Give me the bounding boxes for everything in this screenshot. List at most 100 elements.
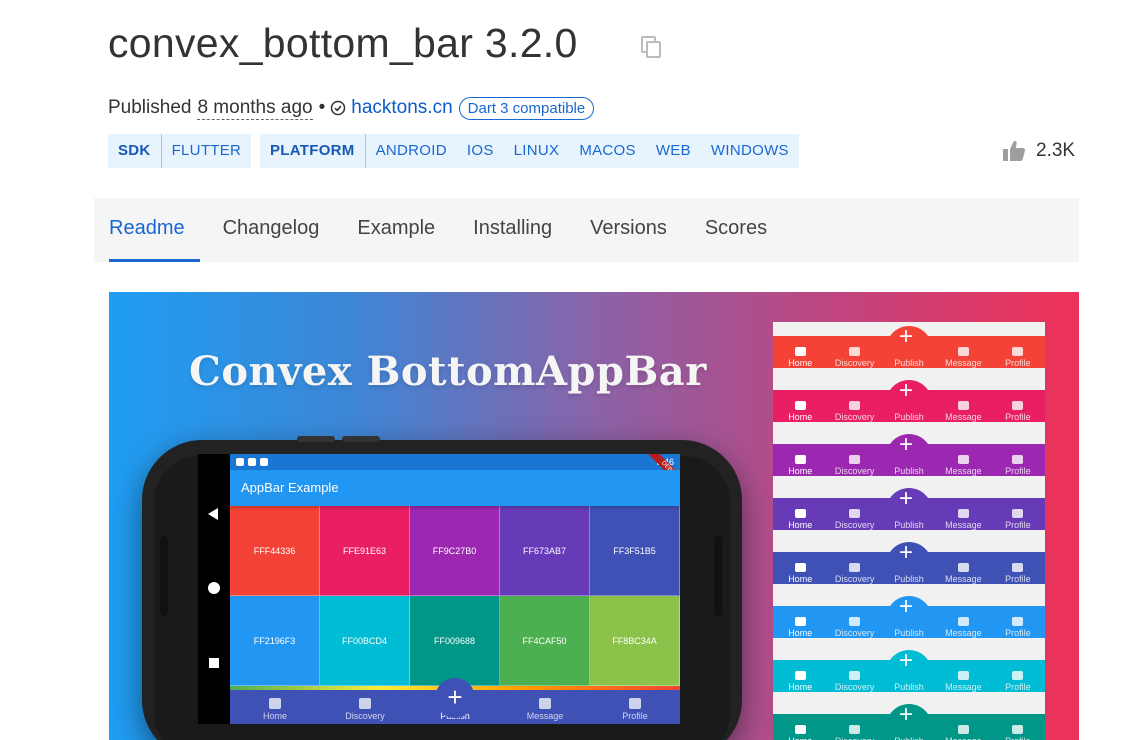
color-cell: FF8BC34A — [590, 596, 680, 686]
tab-installing[interactable]: Installing — [458, 198, 567, 262]
discovery-icon — [849, 563, 861, 572]
phone-nav-item-message: Message — [500, 690, 590, 724]
android-nav-bar — [198, 454, 230, 724]
bar-sample-label: Profile — [1005, 412, 1031, 422]
verified-publisher-icon — [331, 100, 346, 116]
message-icon — [957, 401, 969, 410]
phone-bottom-bar: + HomeDiscoveryPublishMessageProfile — [230, 678, 680, 724]
bar-sample-label: Publish — [894, 574, 924, 584]
bar-sample: +HomeDiscoveryPublishMessageProfile — [773, 700, 1045, 740]
bar-sample-label: Publish — [894, 628, 924, 638]
app-bar-title: AppBar Example — [230, 470, 680, 506]
bar-sample-label: Message — [945, 628, 982, 638]
thumbs-up-icon[interactable] — [1002, 140, 1026, 162]
platform-tag-label[interactable]: PLATFORM — [260, 134, 366, 168]
bar-sample-label: Profile — [1005, 682, 1031, 692]
platform-tag-macos[interactable]: MACOS — [569, 134, 646, 168]
tab-example[interactable]: Example — [342, 198, 450, 262]
likes-counter[interactable]: 2.3K — [1002, 140, 1075, 162]
bar-sample-item-message: Message — [936, 502, 990, 530]
message-icon — [539, 698, 551, 709]
phone-nav-item-profile: Profile — [590, 690, 680, 724]
color-cell: FF2196F3 — [230, 596, 320, 686]
profile-icon — [1012, 347, 1024, 356]
discovery-icon — [849, 671, 861, 680]
bar-sample-label: Discovery — [834, 358, 875, 368]
bar-sample-item-home: Home — [773, 502, 827, 530]
bar-sample-item-message: Message — [936, 556, 990, 584]
bar-sample-label: Discovery — [834, 466, 875, 476]
home-icon — [794, 563, 806, 572]
bar-sample-item-profile: Profile — [991, 502, 1045, 530]
platform-tag-windows[interactable]: WINDOWS — [701, 134, 799, 168]
publisher-link[interactable]: hacktons.cn — [351, 97, 452, 119]
bar-sample: +HomeDiscoveryPublishMessageProfile — [773, 430, 1045, 476]
bar-sample-item-profile: Profile — [991, 394, 1045, 422]
home-icon — [794, 347, 806, 356]
sdk-tag-flutter[interactable]: FLUTTER — [162, 134, 252, 168]
meta-separator: • — [318, 97, 326, 118]
bar-sample-item-discovery: Discovery — [827, 718, 881, 740]
recents-icon — [209, 658, 219, 668]
platform-tag-android[interactable]: ANDROID — [366, 134, 457, 168]
bar-sample-item-discovery: Discovery — [827, 610, 881, 638]
bar-sample: +HomeDiscoveryPublishMessageProfile — [773, 646, 1045, 692]
copy-icon[interactable] — [641, 36, 662, 58]
bar-sample-label: Home — [788, 358, 813, 368]
home-icon — [794, 509, 806, 518]
bar-sample-label: Publish — [894, 736, 924, 740]
profile-icon — [1012, 563, 1024, 572]
bar-sample-item-message: Message — [936, 718, 990, 740]
profile-icon — [1012, 401, 1024, 410]
tab-changelog[interactable]: Changelog — [208, 198, 335, 262]
bar-sample-label: Home — [788, 466, 813, 476]
bar-sample-label: Publish — [894, 682, 924, 692]
bar-sample-item-profile: Profile — [991, 340, 1045, 368]
platform-tag-web[interactable]: WEB — [646, 134, 701, 168]
published-time[interactable]: 8 months ago — [197, 97, 313, 120]
bar-sample-label: Discovery — [834, 574, 875, 584]
bar-sample-label: Discovery — [834, 628, 875, 638]
bar-sample-label: Publish — [894, 412, 924, 422]
back-icon — [208, 508, 218, 520]
dart3-compatible-badge[interactable]: Dart 3 compatible — [458, 96, 595, 120]
bar-sample-label: Home — [788, 736, 812, 740]
bar-sample-label: Profile — [1005, 574, 1031, 584]
bar-sample-item-publish: Publish — [882, 502, 936, 530]
discovery-icon — [849, 725, 861, 734]
discovery-icon — [849, 509, 861, 518]
bar-sample-item-message: Message — [936, 448, 990, 476]
phone-nav-label: Profile — [622, 711, 648, 721]
message-icon — [957, 455, 969, 464]
sdk-tags: SDK FLUTTER — [108, 134, 252, 168]
bar-sample-item-publish: Publish — [882, 448, 936, 476]
bar-sample-item-publish: Publish — [882, 394, 936, 422]
color-cell: FF3F51B5 — [590, 506, 680, 596]
color-cell: FFF44336 — [230, 506, 320, 596]
bar-sample: +HomeDiscoveryPublishMessageProfile — [773, 592, 1045, 638]
bar-sample-label: Discovery — [835, 736, 875, 740]
bar-sample-item-publish: Publish — [882, 340, 936, 368]
bar-sample-item-message: Message — [936, 664, 990, 692]
sdk-tag-label[interactable]: SDK — [108, 134, 162, 168]
bar-sample-item-publish: Publish — [882, 718, 936, 740]
detail-tabs: Readme Changelog Example Installing Vers… — [94, 198, 1079, 262]
platform-tag-linux[interactable]: LINUX — [504, 134, 570, 168]
tab-readme[interactable]: Readme — [94, 198, 200, 262]
tab-versions[interactable]: Versions — [575, 198, 682, 262]
tab-scores[interactable]: Scores — [690, 198, 782, 262]
bar-sample-label: Publish — [894, 358, 924, 368]
message-icon — [957, 617, 969, 626]
message-icon — [957, 671, 969, 680]
phone-speaker-left — [160, 536, 168, 616]
home-circle-icon — [208, 582, 220, 594]
bar-sample-label: Home — [788, 574, 813, 584]
discovery-icon — [849, 617, 861, 626]
bar-sample-label: Home — [788, 682, 813, 692]
bar-sample-item-message: Message — [936, 340, 990, 368]
platform-tag-ios[interactable]: IOS — [457, 134, 504, 168]
bar-sample-label: Discovery — [834, 682, 875, 692]
home-icon — [794, 401, 806, 410]
bar-sample-label: Message — [945, 682, 982, 692]
bar-sample-label: Publish — [894, 520, 924, 530]
